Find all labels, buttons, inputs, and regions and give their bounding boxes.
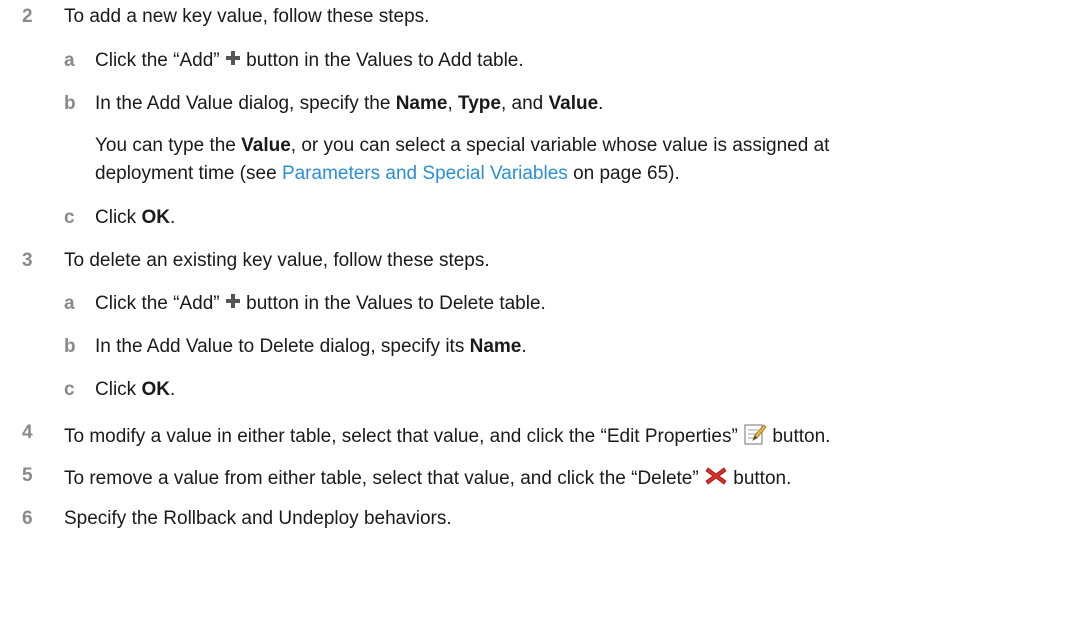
plus-icon — [225, 50, 241, 72]
delete-x-icon — [704, 465, 728, 493]
step-number-5: 5 — [22, 465, 33, 486]
step-2c-letter: c — [64, 207, 75, 228]
step-3b-name: Name — [469, 336, 522, 357]
step-3a-text: Click the “Add” button in the Values to … — [95, 293, 546, 315]
step-3c-end: . — [169, 379, 176, 400]
step-2b-end: . — [598, 93, 604, 114]
step-6-text: Specify the Rollback and Undeploy behavi… — [64, 508, 452, 529]
step-2c-ok: OK — [141, 207, 170, 228]
step-2b-type: Type — [458, 93, 501, 114]
note-l1-pre: You can type the — [95, 135, 236, 156]
edit-properties-icon — [743, 422, 767, 452]
step-4-text: To modify a value in either table, selec… — [64, 422, 830, 452]
step-3b-letter: b — [64, 336, 76, 357]
note-l2-pre: deployment time (see — [95, 163, 277, 184]
step-3a-pre: Click the “Add” — [95, 293, 220, 315]
step-5-post: button. — [733, 468, 792, 490]
step-3-text: To delete an existing key value, follow … — [64, 250, 490, 271]
step-4-post: button. — [772, 426, 831, 448]
step-3c-pre: Click — [95, 379, 137, 400]
step-2a-post: button in the Values to Add table. — [246, 50, 524, 72]
step-3a-letter: a — [64, 293, 75, 314]
note-l1-post: , or you can select a special variable w… — [290, 135, 830, 156]
step-5-pre: To remove a value from either table, sel… — [64, 468, 699, 490]
step-2b-value: Value — [548, 93, 599, 114]
step-3c-ok: OK — [141, 379, 170, 400]
step-2c-end: . — [169, 207, 176, 228]
plus-icon — [225, 293, 241, 315]
step-3b-pre: In the Add Value to Delete dialog, speci… — [95, 336, 465, 357]
note-l2-post: on page 65). — [573, 163, 680, 184]
step-2-text: To add a new key value, follow these ste… — [64, 6, 430, 27]
step-2a-pre: Click the “Add” — [95, 50, 220, 72]
step-2b-pre: In the Add Value dialog, specify the — [95, 93, 391, 114]
step-2b-note-line-1: You can type the Value, or you can selec… — [95, 135, 829, 157]
step-number-4: 4 — [22, 422, 33, 443]
step-3b-text: In the Add Value to Delete dialog, speci… — [95, 336, 527, 358]
step-number-2: 2 — [22, 6, 33, 27]
parameters-link[interactable]: Parameters and Special Variables — [282, 163, 568, 184]
note-l1-value: Value — [241, 135, 291, 156]
step-2b-name: Name — [395, 93, 448, 114]
step-3c-text: Click OK. — [95, 379, 175, 401]
step-5-text: To remove a value from either table, sel… — [64, 465, 791, 493]
step-2b-letter: b — [64, 93, 76, 114]
step-4-pre: To modify a value in either table, selec… — [64, 426, 738, 448]
step-number-3: 3 — [22, 250, 33, 271]
step-2c-text: Click OK. — [95, 207, 175, 229]
step-3a-post: button in the Values to Delete table. — [246, 293, 546, 315]
step-2b-c1: , — [447, 93, 453, 114]
step-3c-letter: c — [64, 379, 75, 400]
step-2a-letter: a — [64, 50, 75, 71]
step-2b-c2: , and — [500, 93, 544, 114]
step-2c-pre: Click — [95, 207, 137, 228]
step-2b-text: In the Add Value dialog, specify the Nam… — [95, 93, 603, 115]
step-3b-end: . — [521, 336, 527, 357]
step-number-6: 6 — [22, 508, 33, 529]
step-2a-text: Click the “Add” button in the Values to … — [95, 50, 524, 72]
step-2b-note-line-2: deployment time (see Parameters and Spec… — [95, 163, 680, 185]
